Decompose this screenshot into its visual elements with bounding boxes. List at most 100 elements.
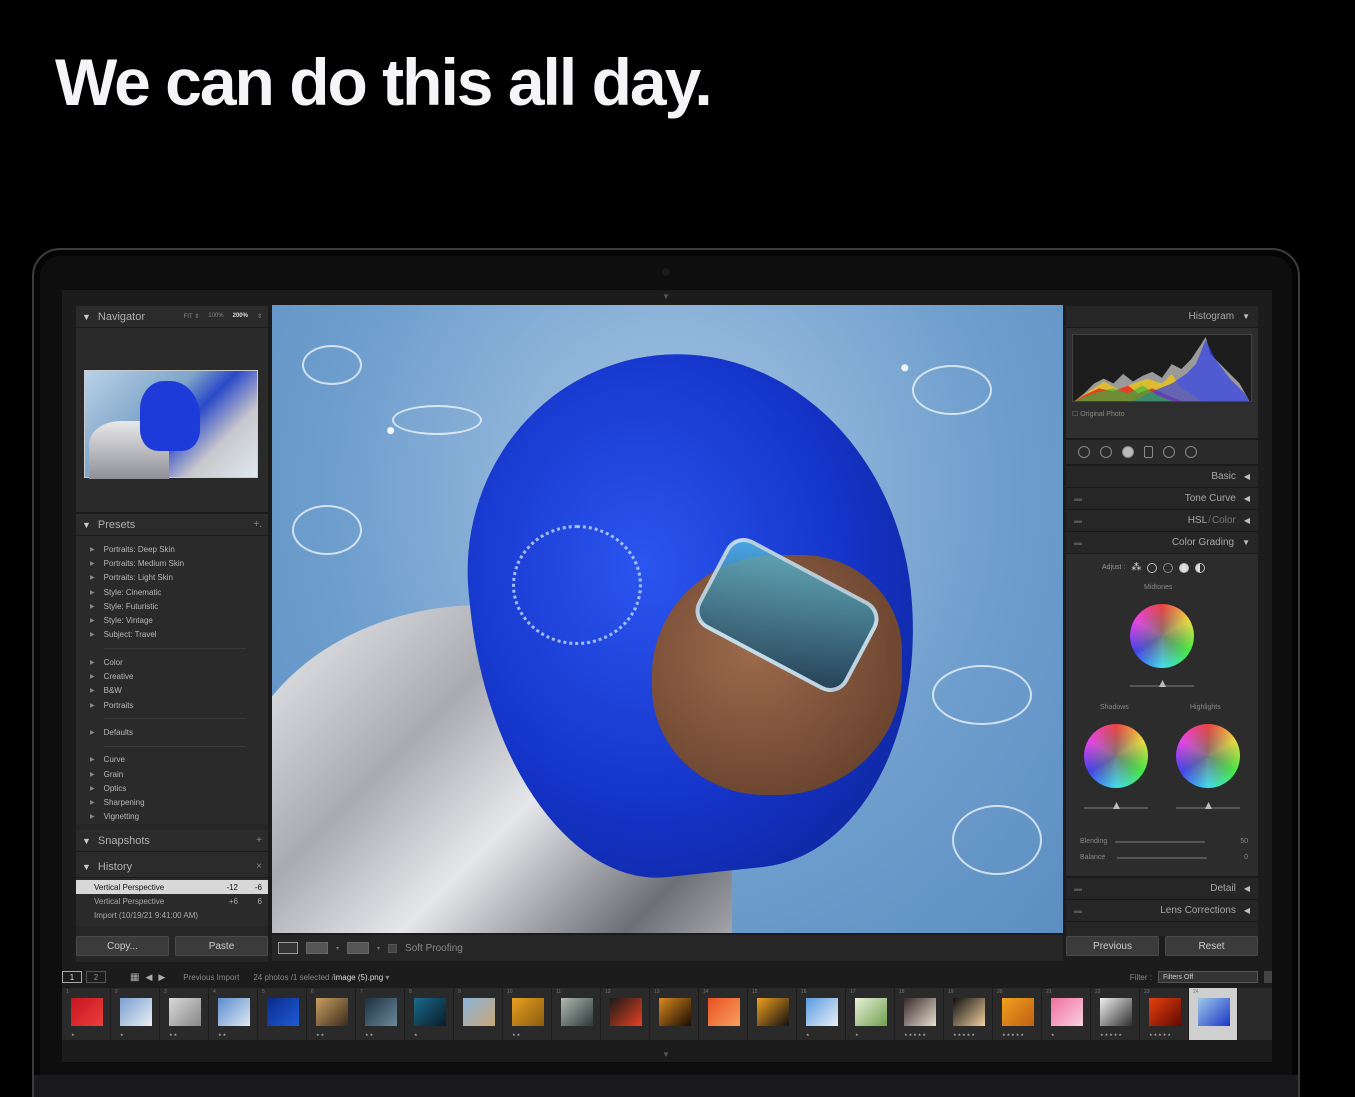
filmstrip-thumbnail[interactable] <box>316 998 348 1026</box>
filmstrip-cell[interactable]: 9 <box>454 988 503 1040</box>
history-item[interactable]: Vertical Perspective +6 6 <box>76 894 268 908</box>
filmstrip-cell[interactable]: 22 ★★★★★ <box>1091 988 1140 1040</box>
filmstrip-thumbnail[interactable] <box>855 998 887 1026</box>
filmstrip-thumbnail[interactable] <box>610 998 642 1026</box>
add-preset-icon[interactable]: +. <box>253 519 262 530</box>
chevron-down-icon[interactable]: ▾ <box>385 973 389 982</box>
preset-group-item[interactable]: ▶ Portraits <box>90 698 268 712</box>
navigator-header[interactable]: ▼ Navigator FIT ⇕ 100% 200% ⇕ <box>76 306 268 328</box>
history-item[interactable]: Vertical Perspective -12 -6 <box>76 880 268 895</box>
radial-tool-icon[interactable] <box>1163 446 1175 458</box>
color-grading-header[interactable]: ▬ Color Grading ▼ <box>1066 532 1258 554</box>
shadows-slider-knob[interactable] <box>1113 802 1120 809</box>
filmstrip-cell[interactable]: 20 ★★★★★ <box>993 988 1042 1040</box>
filmstrip-thumbnail[interactable] <box>1198 998 1230 1026</box>
balance-value[interactable]: 0 <box>1244 854 1248 861</box>
filter-lock-icon[interactable] <box>1264 971 1272 983</box>
filter-select[interactable]: Filters Off <box>1158 971 1258 983</box>
navigator-preview[interactable] <box>76 328 268 514</box>
preset-group-item[interactable]: ▶ Subject: Travel <box>90 628 268 642</box>
lens-corrections-header[interactable]: ▬ Lens Corrections ◀ <box>1066 900 1258 922</box>
blending-value[interactable]: 50 <box>1240 838 1248 845</box>
global-mode-icon[interactable] <box>1195 562 1206 573</box>
mask-tool-icon[interactable] <box>1144 446 1153 458</box>
filmstrip-cell[interactable]: 2 ★ <box>111 988 160 1040</box>
panel-switch-icon[interactable]: ▬ <box>1074 884 1082 893</box>
basic-header[interactable]: Basic ◀ <box>1066 466 1258 488</box>
filmstrip-cell[interactable]: 6 ★★ <box>307 988 356 1040</box>
filmstrip-thumbnail[interactable] <box>1149 998 1181 1026</box>
bottom-panel-toggle-icon[interactable]: ▼ <box>662 1050 670 1059</box>
preset-group-item[interactable]: ▶ Defaults <box>90 725 268 739</box>
redeye-tool-icon[interactable] <box>1122 446 1134 458</box>
preset-group-item[interactable]: ▶ Color <box>90 655 268 669</box>
shadows-color-wheel[interactable] <box>1084 724 1148 788</box>
page-1-button[interactable]: 1 <box>62 971 82 983</box>
zoom-more[interactable]: ⇕ <box>257 313 262 320</box>
preset-group-item[interactable]: ▶ Grain <box>90 767 268 781</box>
crop-tool-icon[interactable] <box>1078 446 1090 458</box>
filmstrip-cell[interactable]: 7 ★★ <box>356 988 405 1040</box>
balance-row[interactable]: Balance 0 <box>1080 854 1248 861</box>
filmstrip-thumbnail[interactable] <box>757 998 789 1026</box>
filmstrip-thumbnail[interactable] <box>953 998 985 1026</box>
back-arrow-icon[interactable]: ◀ <box>145 972 152 983</box>
blending-row[interactable]: Blending 50 <box>1080 838 1248 845</box>
detail-header[interactable]: ▬ Detail ◀ <box>1066 878 1258 900</box>
preset-group-item[interactable]: ▶ B&W <box>90 684 268 698</box>
balance-slider[interactable] <box>1117 856 1208 859</box>
filmstrip-cell[interactable]: 8 ★ <box>405 988 454 1040</box>
filmstrip-thumbnail[interactable] <box>267 998 299 1026</box>
preset-group-item[interactable]: ▶ Optics <box>90 781 268 795</box>
reset-button[interactable]: Reset <box>1165 936 1258 956</box>
top-panel-toggle-icon[interactable]: ▼ <box>662 292 670 301</box>
copy-button[interactable]: Copy... <box>76 936 169 956</box>
tone-curve-header[interactable]: ▬ Tone Curve ◀ <box>1066 488 1258 510</box>
filmstrip-cell[interactable]: 5 <box>258 988 307 1040</box>
histogram-header[interactable]: Histogram ▼ <box>1066 306 1258 328</box>
page-2-button[interactable]: 2 <box>86 971 106 983</box>
filmstrip-thumbnail[interactable] <box>414 998 446 1026</box>
midtones-mode-icon[interactable] <box>1163 562 1174 573</box>
zoom-100[interactable]: 100% <box>208 313 223 320</box>
filmstrip-thumbnail[interactable] <box>1051 998 1083 1026</box>
midtones-color-wheel[interactable] <box>1130 604 1194 668</box>
filmstrip-thumbnail[interactable] <box>218 998 250 1026</box>
previous-button[interactable]: Previous <box>1066 936 1159 956</box>
add-snapshot-icon[interactable]: + <box>256 835 262 846</box>
zoom-fit[interactable]: FIT ⇕ <box>184 313 200 320</box>
filmstrip-cell[interactable]: 19 ★★★★★ <box>944 988 993 1040</box>
heal-tool-icon[interactable] <box>1100 446 1112 458</box>
filmstrip-thumbnail[interactable] <box>659 998 691 1026</box>
clear-history-icon[interactable]: × <box>256 861 262 872</box>
blending-slider[interactable] <box>1115 840 1206 843</box>
filmstrip-cell[interactable]: 21 ★ <box>1042 988 1091 1040</box>
forward-arrow-icon[interactable]: ▶ <box>158 972 165 983</box>
brush-tool-icon[interactable] <box>1185 446 1197 458</box>
panel-switch-icon[interactable]: ▬ <box>1074 516 1082 525</box>
before-after-icon[interactable] <box>347 942 370 954</box>
panel-switch-icon[interactable]: ▬ <box>1074 494 1082 503</box>
highlights-slider-knob[interactable] <box>1205 802 1212 809</box>
filmstrip-cell[interactable]: 14 <box>699 988 748 1040</box>
filmstrip-cell[interactable]: 11 <box>552 988 601 1040</box>
filmstrip-thumbnail[interactable] <box>120 998 152 1026</box>
three-way-icon[interactable]: ⁂ <box>1131 562 1141 573</box>
filmstrip-thumbnail[interactable] <box>806 998 838 1026</box>
filmstrip-cell[interactable]: 10 ★★ <box>503 988 552 1040</box>
original-photo-label[interactable]: ☐ Original Photo <box>1072 410 1125 418</box>
filmstrip-cell[interactable]: 16 ★ <box>797 988 846 1040</box>
highlights-mode-icon[interactable] <box>1179 562 1190 573</box>
zoom-200[interactable]: 200% <box>233 313 248 320</box>
preset-group-item[interactable]: ▶ Style: Vintage <box>90 613 268 627</box>
color-title[interactable]: Color <box>1212 515 1236 526</box>
presets-header[interactable]: ▼ Presets +. <box>76 514 268 536</box>
hsl-title[interactable]: HSL <box>1188 515 1207 526</box>
filmstrip-cell[interactable]: 12 <box>601 988 650 1040</box>
main-photo[interactable] <box>272 305 1063 933</box>
compare-view-icon[interactable] <box>306 942 328 954</box>
filmstrip-thumbnail[interactable] <box>1002 998 1034 1026</box>
filmstrip-thumbnail[interactable] <box>561 998 593 1026</box>
preset-group-item[interactable]: ▶ Style: Futuristic <box>90 599 268 613</box>
highlights-color-wheel[interactable] <box>1176 724 1240 788</box>
